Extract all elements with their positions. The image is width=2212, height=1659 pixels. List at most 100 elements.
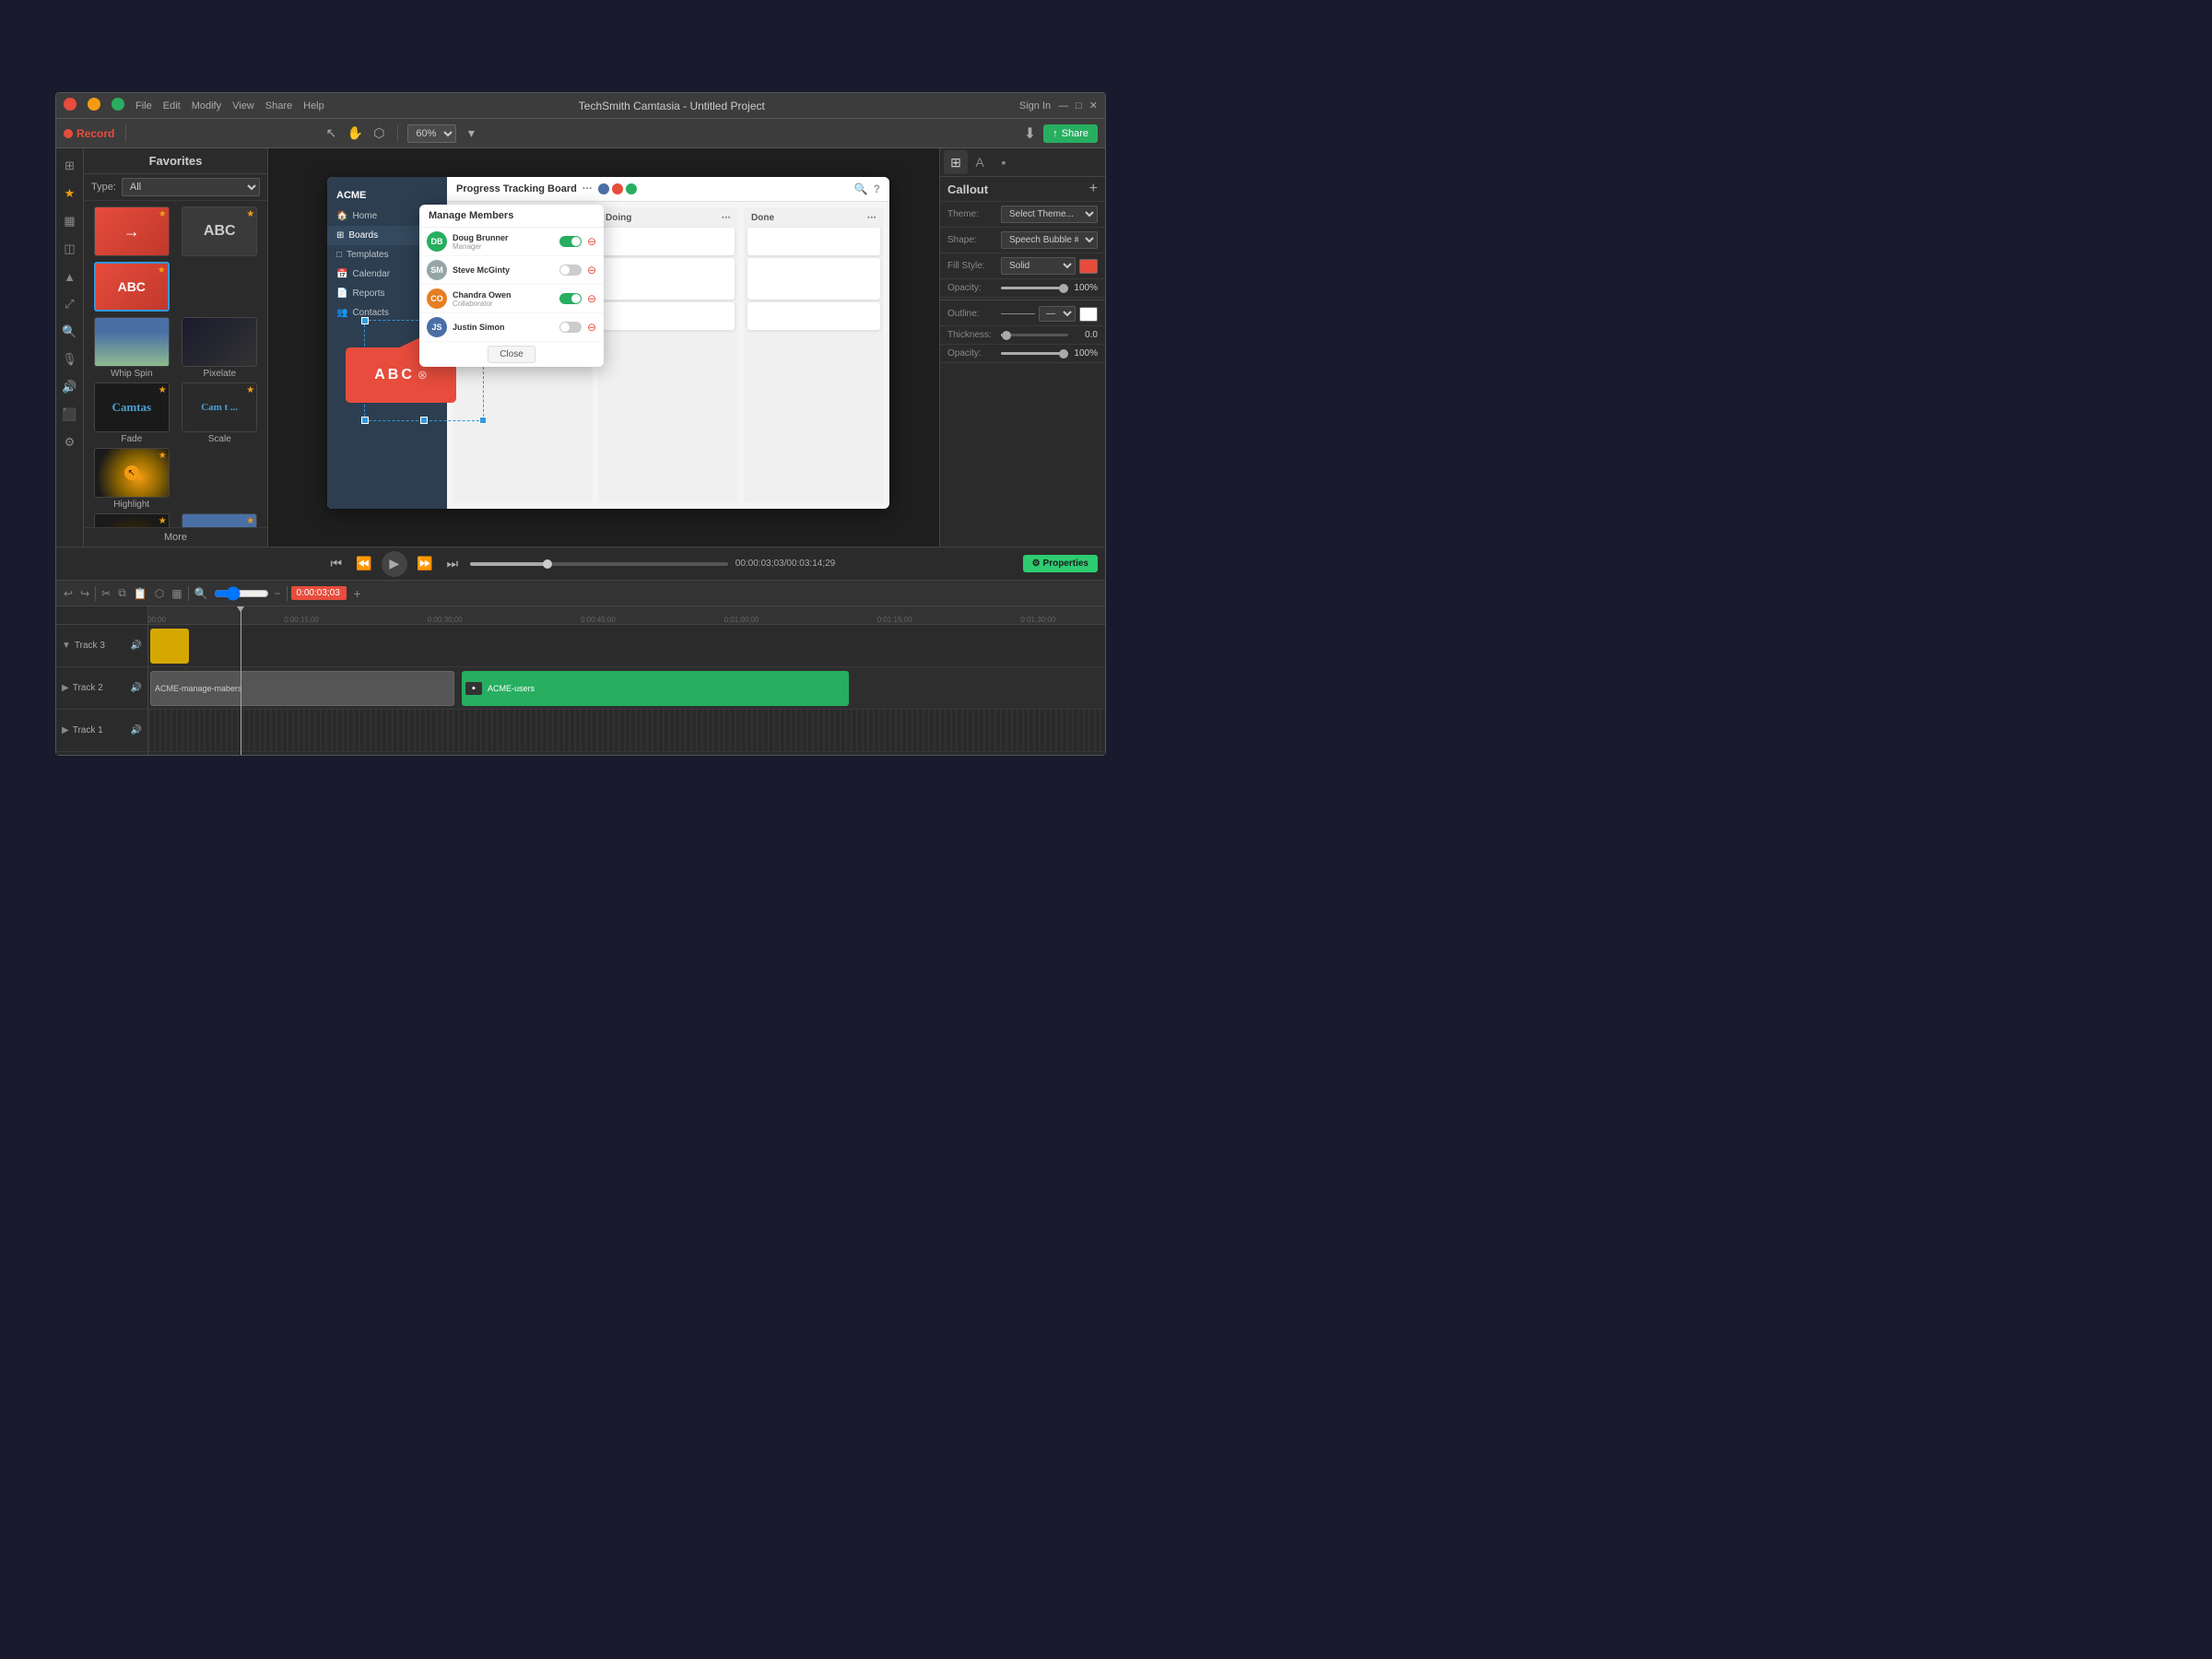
win-max-btn[interactable] xyxy=(112,98,124,113)
remove-member-4[interactable]: ⊖ xyxy=(587,321,596,334)
sidebar-cursor-icon[interactable]: ⬛ xyxy=(58,403,82,427)
favorite-item-fade[interactable]: Camtas ★ Fade xyxy=(89,382,174,444)
type-select[interactable]: All xyxy=(122,178,260,196)
win-min-btn[interactable] xyxy=(88,98,100,113)
track-2-expand[interactable]: ▶ xyxy=(62,683,69,693)
group-icon[interactable]: ▦ xyxy=(170,585,183,602)
handle-bottom-left[interactable] xyxy=(361,417,369,424)
menu-edit[interactable]: Edit xyxy=(163,100,181,112)
menu-help[interactable]: Help xyxy=(303,100,324,112)
skip-back-button[interactable]: ⏮ xyxy=(326,554,347,574)
menu-view[interactable]: View xyxy=(232,100,254,112)
shape-select[interactable]: Speech Bubble #2 xyxy=(1001,231,1098,249)
win-close-btn[interactable] xyxy=(64,98,76,113)
favorite-item-abc-red[interactable]: ABC ★ xyxy=(89,262,174,313)
copy-icon[interactable]: ⧉ xyxy=(116,584,128,602)
member-toggle-1[interactable]: ⊖ xyxy=(559,235,596,248)
sidebar-media-icon[interactable]: ⊞ xyxy=(58,154,82,178)
progress-bar[interactable] xyxy=(470,562,728,566)
signin-link[interactable]: Sign In xyxy=(1019,100,1051,112)
minimize-icon[interactable]: ― xyxy=(1058,100,1068,112)
handle-bottom-right[interactable] xyxy=(479,417,487,424)
favorite-item-highlight[interactable]: ↖ ★ Highlight xyxy=(89,448,174,510)
favorite-item-abc-plain[interactable]: ABC ★ xyxy=(178,206,263,258)
help-icon[interactable]: ? xyxy=(874,182,880,195)
properties-button[interactable]: ⚙ Properties xyxy=(1023,555,1098,572)
step-back-button[interactable]: ⏪ xyxy=(354,554,374,574)
sidebar-transitions-icon[interactable]: ◫ xyxy=(58,237,82,261)
outline-color-swatch[interactable] xyxy=(1079,307,1098,322)
sidebar-behaviors-icon[interactable]: ▲ xyxy=(58,265,82,288)
sidebar-search-icon[interactable]: 🔍 xyxy=(58,320,82,344)
zoom-minus-icon[interactable]: − xyxy=(273,585,283,602)
doing-card-2[interactable] xyxy=(602,258,735,300)
favorite-item-whip-spin[interactable]: Whip Spin xyxy=(89,317,174,379)
favorite-item-spotlight[interactable]: ★ Spotlight xyxy=(89,513,174,527)
remove-member-2[interactable]: ⊖ xyxy=(587,264,596,276)
remove-member-3[interactable]: ⊖ xyxy=(587,292,596,305)
handle-bottom-mid[interactable] xyxy=(420,417,428,424)
more-button[interactable]: More xyxy=(84,527,267,547)
favorite-item-pixelate[interactable]: Pixelate xyxy=(178,317,263,379)
search-icon[interactable]: 🔍 xyxy=(854,182,868,195)
tl-time-input[interactable] xyxy=(291,586,347,600)
sidebar-favorites-icon[interactable]: ★ xyxy=(58,182,82,206)
done-card-1[interactable] xyxy=(747,228,880,255)
sidebar-audio-icon[interactable]: 🎙 xyxy=(58,347,82,371)
sidebar-zoom-icon[interactable]: ⤢ xyxy=(58,292,82,316)
cut-icon[interactable]: ✂ xyxy=(100,585,112,602)
redo-icon[interactable]: ↪ xyxy=(78,585,91,602)
restore-icon[interactable]: □ xyxy=(1076,100,1082,112)
menu-modify[interactable]: Modify xyxy=(192,100,221,112)
toggle-on-1[interactable] xyxy=(559,236,582,247)
menu-file[interactable]: File xyxy=(135,100,152,112)
close-icon[interactable]: ✕ xyxy=(1089,100,1098,112)
tl-add-track[interactable]: + xyxy=(354,586,361,601)
doing-card-3[interactable] xyxy=(602,302,735,330)
undo-icon[interactable]: ↩ xyxy=(62,585,75,602)
clip-track2-1[interactable]: ACME-manage-mabers xyxy=(150,671,454,706)
remove-member-1[interactable]: ⊖ xyxy=(587,235,596,248)
zoom-select[interactable]: 60% xyxy=(407,124,456,143)
import-button[interactable]: ⬇ xyxy=(1024,124,1036,143)
tab-layout-icon[interactable]: ▪ xyxy=(992,150,1016,174)
member-toggle-4[interactable]: ⊖ xyxy=(559,321,596,334)
modal-close-button[interactable]: Close xyxy=(488,346,535,363)
board-options[interactable]: ··· xyxy=(582,183,593,194)
sidebar-annotations-icon[interactable]: ▦ xyxy=(58,209,82,233)
clip-track2-2[interactable]: ▪ ACME-users xyxy=(462,671,849,706)
done-card-3[interactable] xyxy=(747,302,880,330)
track-3-expand[interactable]: ▼ xyxy=(62,641,71,651)
toggle-off-4[interactable] xyxy=(559,322,582,333)
fill-style-select[interactable]: Solid xyxy=(1001,257,1076,275)
clip-track3-1[interactable] xyxy=(150,629,189,664)
callout-add-button[interactable]: + xyxy=(1089,181,1098,197)
paste-icon[interactable]: 📋 xyxy=(132,585,149,602)
menu-share[interactable]: Share xyxy=(265,100,292,112)
tl-zoom-slider[interactable] xyxy=(214,586,269,601)
tab-media-icon[interactable]: ⊞ xyxy=(944,150,968,174)
favorite-item-red-arrow[interactable]: → ★ xyxy=(89,206,174,258)
track-3-icon[interactable]: 🔊 xyxy=(131,641,142,651)
track-1-expand[interactable]: ▶ xyxy=(62,725,69,735)
fill-color-swatch[interactable] xyxy=(1079,259,1098,274)
tab-text-icon[interactable]: A xyxy=(968,150,992,174)
share-button[interactable]: ↑ Share xyxy=(1043,124,1098,143)
outline-select[interactable]: — xyxy=(1039,306,1076,322)
record-button[interactable]: Record xyxy=(64,127,114,140)
track-1-icon[interactable]: 🔊 xyxy=(131,725,142,735)
zoom-dropdown-icon[interactable]: ▾ xyxy=(462,124,480,143)
doing-options[interactable]: ··· xyxy=(722,213,731,223)
thickness-slider[interactable] xyxy=(1001,334,1068,336)
sidebar-tools-icon[interactable]: ⚙ xyxy=(58,430,82,454)
crop-tool[interactable]: ⬡ xyxy=(370,124,388,143)
progress-knob[interactable] xyxy=(543,559,552,569)
toggle-on-3[interactable] xyxy=(559,293,582,304)
toggle-off-2[interactable] xyxy=(559,265,582,276)
split-icon[interactable]: ⬡ xyxy=(153,585,166,602)
play-button[interactable]: ▶ xyxy=(382,551,407,577)
thickness-opacity-slider[interactable] xyxy=(1001,352,1068,355)
pointer-tool[interactable]: ↖ xyxy=(322,124,340,143)
doing-card-1[interactable] xyxy=(602,228,735,255)
step-forward-button[interactable]: ⏩ xyxy=(415,554,435,574)
